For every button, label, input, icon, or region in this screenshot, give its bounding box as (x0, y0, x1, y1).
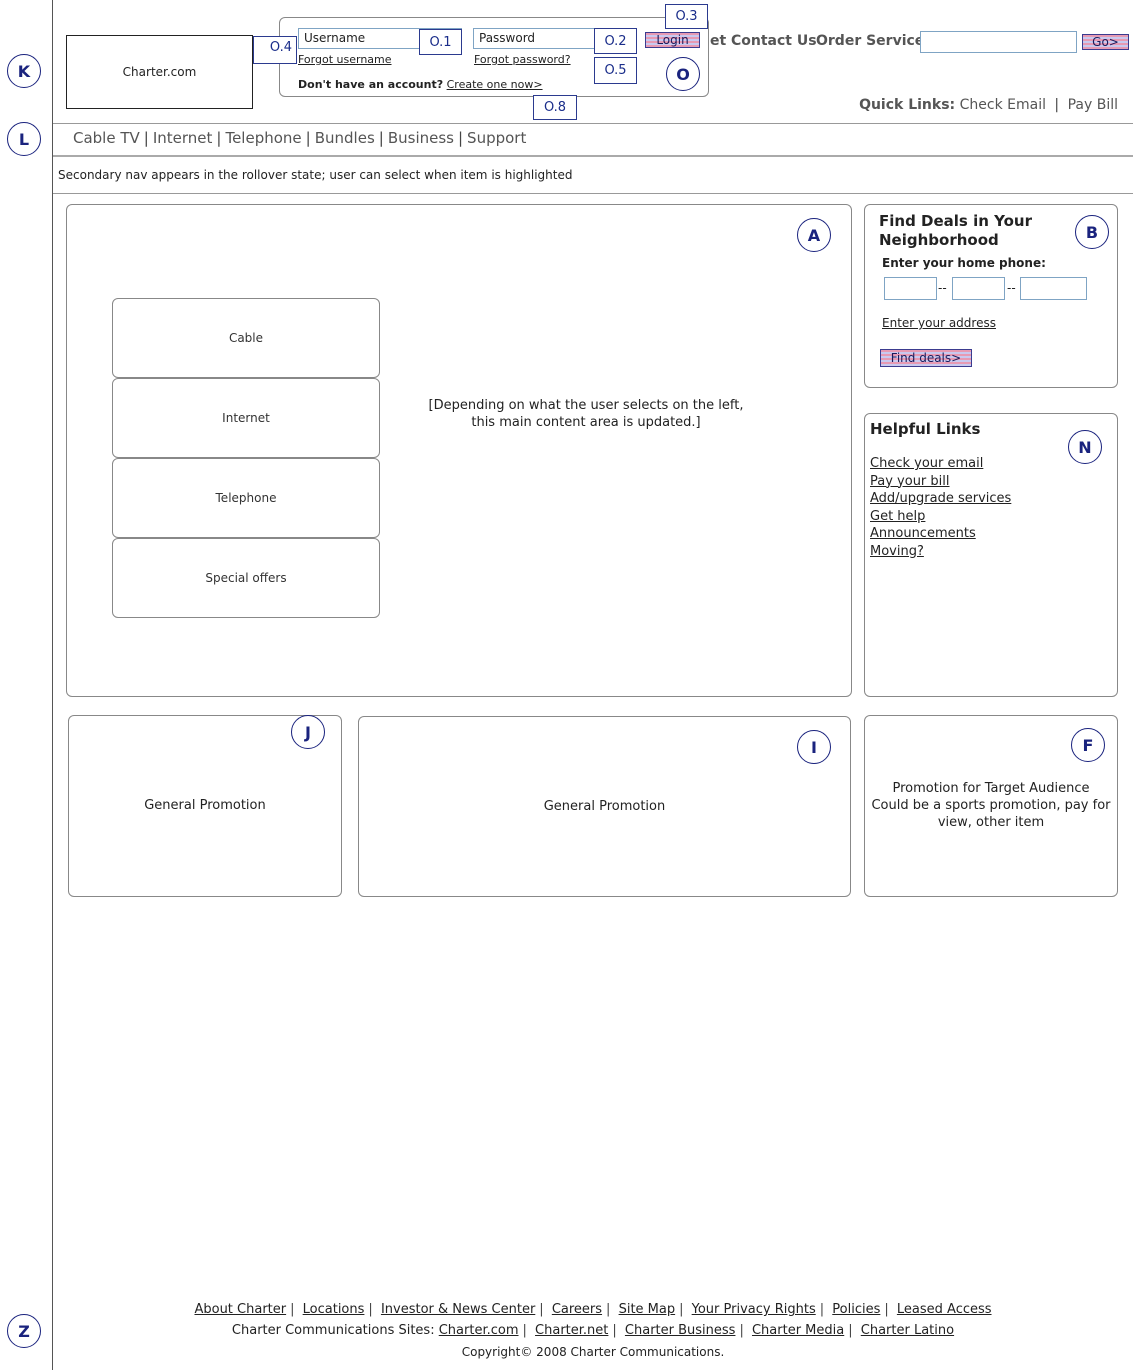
primary-nav: Cable TV | Internet | Telephone | Bundles | Busi… (73, 129, 527, 147)
create-account-link[interactable]: Create one now> (447, 78, 543, 91)
footer-sites-row: Charter Communications Sites: Charter.co… (231, 1323, 955, 1338)
nav-item-support[interactable]: Support (467, 129, 526, 147)
order-services-link[interactable]: Order Services (816, 33, 933, 49)
annotation-l: L (7, 122, 41, 156)
find-deals-title: Find Deals in Your Neighborhood (879, 212, 1032, 250)
annotation-f: F (1071, 728, 1105, 762)
annotation-o: O (666, 57, 700, 91)
annotation-k: K (7, 54, 41, 88)
footer-policies[interactable]: Policies (832, 1302, 880, 1317)
username-placeholder: Username (304, 31, 366, 45)
secondary-nav-divider (53, 193, 1133, 194)
helpful-link-announcements[interactable]: Announcements (870, 525, 1011, 543)
enter-address-link[interactable]: Enter your address (882, 316, 996, 330)
nav-item-business[interactable]: Business (388, 129, 454, 147)
helpful-links-list: Check your email Pay your bill Add/upgra… (870, 455, 1011, 560)
promo-j-text: General Promotion (144, 797, 266, 813)
annotation-b: B (1075, 215, 1109, 249)
forgot-username-link[interactable]: Forgot username (298, 53, 392, 66)
annotation-n: N (1068, 430, 1102, 464)
signup-prompt: Don't have an account? Create one now> (298, 78, 543, 91)
footer-about-charter[interactable]: About Charter (194, 1302, 286, 1317)
quick-link-check-email[interactable]: Check Email (960, 97, 1046, 113)
quick-link-separator: | (1054, 97, 1060, 113)
promo-f-text: Promotion for Target Audience Could be a… (864, 780, 1118, 831)
helpful-link-pay-bill[interactable]: Pay your bill (870, 473, 1011, 491)
nav-item-internet[interactable]: Internet (153, 129, 213, 147)
annotation-o4: O.4 (253, 36, 297, 64)
annotation-o1: O.1 (419, 29, 462, 55)
main-content-note-line1: [Depending on what the user selects on t… (428, 398, 744, 413)
footer-locations[interactable]: Locations (303, 1302, 365, 1317)
footer-site-map[interactable]: Site Map (619, 1302, 676, 1317)
footer-site-charter-business[interactable]: Charter Business (625, 1323, 736, 1338)
main-content-note: [Depending on what the user selects on t… (415, 397, 757, 431)
footer-careers[interactable]: Careers (552, 1302, 602, 1317)
header-search-input[interactable] (920, 31, 1077, 53)
annotation-j: J (291, 715, 325, 749)
annotation-o5: O.5 (594, 57, 637, 84)
nav-item-bundles[interactable]: Bundles (315, 129, 375, 147)
find-deals-title-line2: Neighborhood (879, 231, 999, 249)
phone-area-code-input[interactable] (884, 277, 937, 300)
quick-links-label: Quick Links: (859, 97, 956, 113)
helpful-link-get-help[interactable]: Get help (870, 508, 1011, 526)
contact-us-link[interactable]: Contact Us (731, 33, 817, 49)
annotation-a: A (797, 218, 831, 252)
left-margin-rule (52, 0, 53, 1370)
helpful-link-check-email[interactable]: Check your email (870, 455, 1011, 473)
promo-f-line1: Promotion for Target Audience (892, 781, 1090, 796)
helpful-links-title: Helpful Links (870, 420, 981, 438)
nav-item-telephone[interactable]: Telephone (225, 129, 301, 147)
promo-i-panel[interactable]: General Promotion (358, 716, 851, 897)
logo-box[interactable]: Charter.com (66, 35, 253, 109)
forgot-password-link[interactable]: Forgot password? (474, 53, 571, 66)
password-placeholder: Password (479, 31, 536, 45)
nav-divider (53, 155, 1133, 157)
footer-site-charter-media[interactable]: Charter Media (752, 1323, 844, 1338)
footer-site-charter-net[interactable]: Charter.net (535, 1323, 608, 1338)
footer-leased-access[interactable]: Leased Access (897, 1302, 992, 1317)
phone-prefix-input[interactable] (952, 277, 1005, 300)
find-deals-title-line1: Find Deals in Your (879, 212, 1032, 230)
no-account-text: Don't have an account? (298, 78, 444, 91)
left-tab-internet[interactable]: Internet (112, 378, 380, 458)
top-link-partial[interactable]: et (710, 33, 726, 49)
go-button[interactable]: Go> (1082, 34, 1129, 50)
helpful-link-moving[interactable]: Moving? (870, 543, 1011, 561)
promo-f-line3: view, other item (937, 815, 1045, 830)
annotation-z: Z (7, 1314, 41, 1348)
nav-item-cable-tv[interactable]: Cable TV (73, 129, 140, 147)
annotation-o2: O.2 (594, 28, 637, 54)
footer-privacy-rights[interactable]: Your Privacy Rights (692, 1302, 816, 1317)
find-deals-button[interactable]: Find deals> (880, 349, 972, 367)
annotation-o8: O.8 (533, 95, 577, 120)
left-tab-cable[interactable]: Cable (112, 298, 380, 378)
helpful-link-add-upgrade[interactable]: Add/upgrade services (870, 490, 1011, 508)
footer-investor-news[interactable]: Investor & News Center (381, 1302, 535, 1317)
phone-dash-2: -- (1007, 281, 1016, 295)
footer-copyright: Copyright© 2008 Charter Communications. (461, 1345, 725, 1359)
phone-dash-1: -- (938, 281, 947, 295)
footer-site-charter-latino[interactable]: Charter Latino (861, 1323, 954, 1338)
annotation-o3: O.3 (665, 4, 708, 29)
annotation-i: I (797, 730, 831, 764)
header-divider (53, 123, 1133, 124)
promo-i-text: General Promotion (543, 799, 666, 814)
footer-site-charter-com[interactable]: Charter.com (439, 1323, 519, 1338)
quick-links: Quick Links: Check Email | Pay Bill (859, 97, 1118, 113)
login-button[interactable]: Login (645, 32, 700, 48)
phone-line-input[interactable] (1020, 277, 1087, 300)
left-tab-telephone[interactable]: Telephone (112, 458, 380, 538)
promo-f-line2: Could be a sports promotion, pay for (871, 798, 1111, 813)
footer-links-row: About Charter | Locations | Investor & New… (194, 1302, 992, 1317)
secondary-nav-note: Secondary nav appears in the rollover st… (58, 168, 573, 182)
logo-text: Charter.com (122, 65, 197, 79)
footer-sites-label: Charter Communications Sites: (231, 1323, 435, 1338)
phone-label: Enter your home phone: (882, 256, 1046, 270)
quick-link-pay-bill[interactable]: Pay Bill (1068, 97, 1118, 113)
main-content-note-line2: this main content area is updated.] (471, 415, 701, 430)
left-tab-special-offers[interactable]: Special offers (112, 538, 380, 618)
